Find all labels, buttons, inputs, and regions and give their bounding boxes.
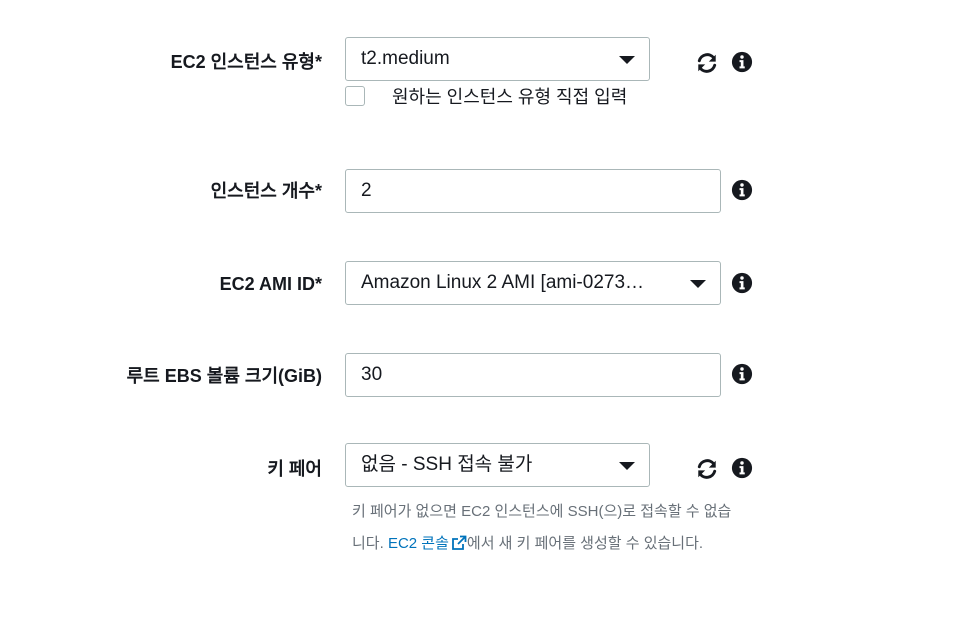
info-icon[interactable] <box>731 363 753 385</box>
ami-label: EC2 AMI ID* <box>219 274 322 294</box>
ec2-console-link-label: EC2 콘솔 <box>387 535 449 552</box>
instance-count-input[interactable] <box>361 171 720 211</box>
instance-count-label: 인스턴스 개수* <box>210 181 322 201</box>
ami-value: Amazon Linux 2 AMI [ami-0273… <box>361 272 645 293</box>
key-pair-label: 키 페어 <box>267 459 322 479</box>
root-volume-input[interactable] <box>361 355 720 395</box>
info-icon[interactable] <box>731 179 753 201</box>
chevron-down-icon <box>619 56 635 64</box>
key-pair-value: 없음 - SSH 접속 불가 <box>361 454 533 475</box>
root-volume-field[interactable] <box>345 353 721 397</box>
refresh-icon[interactable] <box>696 458 718 480</box>
refresh-icon[interactable] <box>696 52 718 74</box>
instance-type-label: EC2 인스턴스 유형* <box>170 52 322 72</box>
key-pair-help-part2: 에서 새 키 페어를 생성할 수 있습니다. <box>466 535 704 552</box>
instance-count-field[interactable] <box>345 169 721 213</box>
root-volume-label: 루트 EBS 볼륨 크기(GiB) <box>126 366 322 386</box>
ec2-config-form: EC2 인스턴스 유형* t2.medium 원하는 인스턴스 유형 직접 입력… <box>0 0 960 633</box>
info-icon[interactable] <box>731 51 753 73</box>
ec2-console-link[interactable]: EC2 콘솔 <box>388 535 467 552</box>
key-pair-help-text: 키 페어가 없으면 EC2 인스턴스에 SSH(으)로 접속할 수 없습니다. … <box>352 496 732 560</box>
external-link-icon <box>452 535 467 550</box>
info-icon[interactable] <box>731 457 753 479</box>
custom-instance-type-checkbox[interactable] <box>345 86 365 106</box>
chevron-down-icon <box>690 280 706 288</box>
key-pair-select[interactable]: 없음 - SSH 접속 불가 <box>345 443 650 487</box>
instance-type-value: t2.medium <box>361 48 450 69</box>
ami-select[interactable]: Amazon Linux 2 AMI [ami-0273… <box>345 261 721 305</box>
chevron-down-icon <box>619 462 635 470</box>
custom-instance-type-label: 원하는 인스턴스 유형 직접 입력 <box>392 87 628 107</box>
info-icon[interactable] <box>731 272 753 294</box>
instance-type-select[interactable]: t2.medium <box>345 37 650 81</box>
